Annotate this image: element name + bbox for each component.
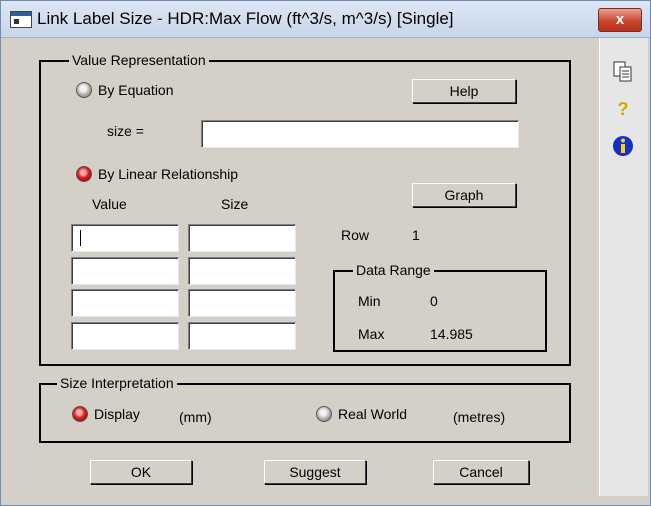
copy-icon[interactable] xyxy=(610,60,636,86)
real-world-unit: (metres) xyxy=(453,409,506,425)
right-toolbar: ? xyxy=(599,38,648,496)
graph-button[interactable]: Graph xyxy=(412,183,516,207)
size-cell-1[interactable] xyxy=(188,224,296,252)
display-label[interactable]: Display xyxy=(94,406,140,422)
by-linear-relationship-radio[interactable] xyxy=(76,166,92,182)
by-linear-relationship-label[interactable]: By Linear Relationship xyxy=(98,166,238,182)
display-unit: (mm) xyxy=(179,409,212,425)
real-world-radio[interactable] xyxy=(316,406,332,422)
row-label: Row xyxy=(341,227,370,243)
window-title: Link Label Size - HDR:Max Flow (ft^3/s, … xyxy=(37,9,454,28)
close-button[interactable]: x xyxy=(598,8,642,32)
data-range-legend: Data Range xyxy=(353,262,434,278)
value-cell-4[interactable] xyxy=(71,322,179,350)
app-icon xyxy=(10,11,32,28)
max-label: Max xyxy=(358,326,385,342)
size-column-header: Size xyxy=(221,196,249,212)
dialog-window: Link Label Size - HDR:Max Flow (ft^3/s, … xyxy=(0,0,651,506)
size-equation-label: size = xyxy=(107,123,144,139)
help-button[interactable]: Help xyxy=(412,79,516,103)
value-cell-1[interactable] xyxy=(71,224,179,252)
suggest-button[interactable]: Suggest xyxy=(264,460,366,484)
size-cell-2[interactable] xyxy=(188,257,296,285)
by-equation-label[interactable]: By Equation xyxy=(98,82,174,98)
value-cell-3[interactable] xyxy=(71,289,179,317)
text-caret xyxy=(80,230,81,246)
max-value: 14.985 xyxy=(430,326,473,342)
dialog-body: Value Representation By Equation Help si… xyxy=(8,38,597,496)
cancel-button[interactable]: Cancel xyxy=(433,460,529,484)
min-label: Min xyxy=(358,293,381,309)
value-representation-legend: Value Representation xyxy=(69,52,209,68)
title-bar[interactable]: Link Label Size - HDR:Max Flow (ft^3/s, … xyxy=(1,1,650,38)
size-interpretation-legend: Size Interpretation xyxy=(57,375,177,391)
size-cell-4[interactable] xyxy=(188,322,296,350)
value-column-header: Value xyxy=(92,196,127,212)
by-equation-radio[interactable] xyxy=(76,82,92,98)
help-icon[interactable]: ? xyxy=(610,96,636,122)
row-value: 1 xyxy=(412,227,420,243)
ok-button[interactable]: OK xyxy=(90,460,192,484)
min-value: 0 xyxy=(430,293,438,309)
size-cell-3[interactable] xyxy=(188,289,296,317)
value-cell-2[interactable] xyxy=(71,257,179,285)
size-equation-input[interactable] xyxy=(201,120,519,148)
info-icon[interactable] xyxy=(610,134,636,160)
display-radio[interactable] xyxy=(72,406,88,422)
real-world-label[interactable]: Real World xyxy=(338,406,407,422)
